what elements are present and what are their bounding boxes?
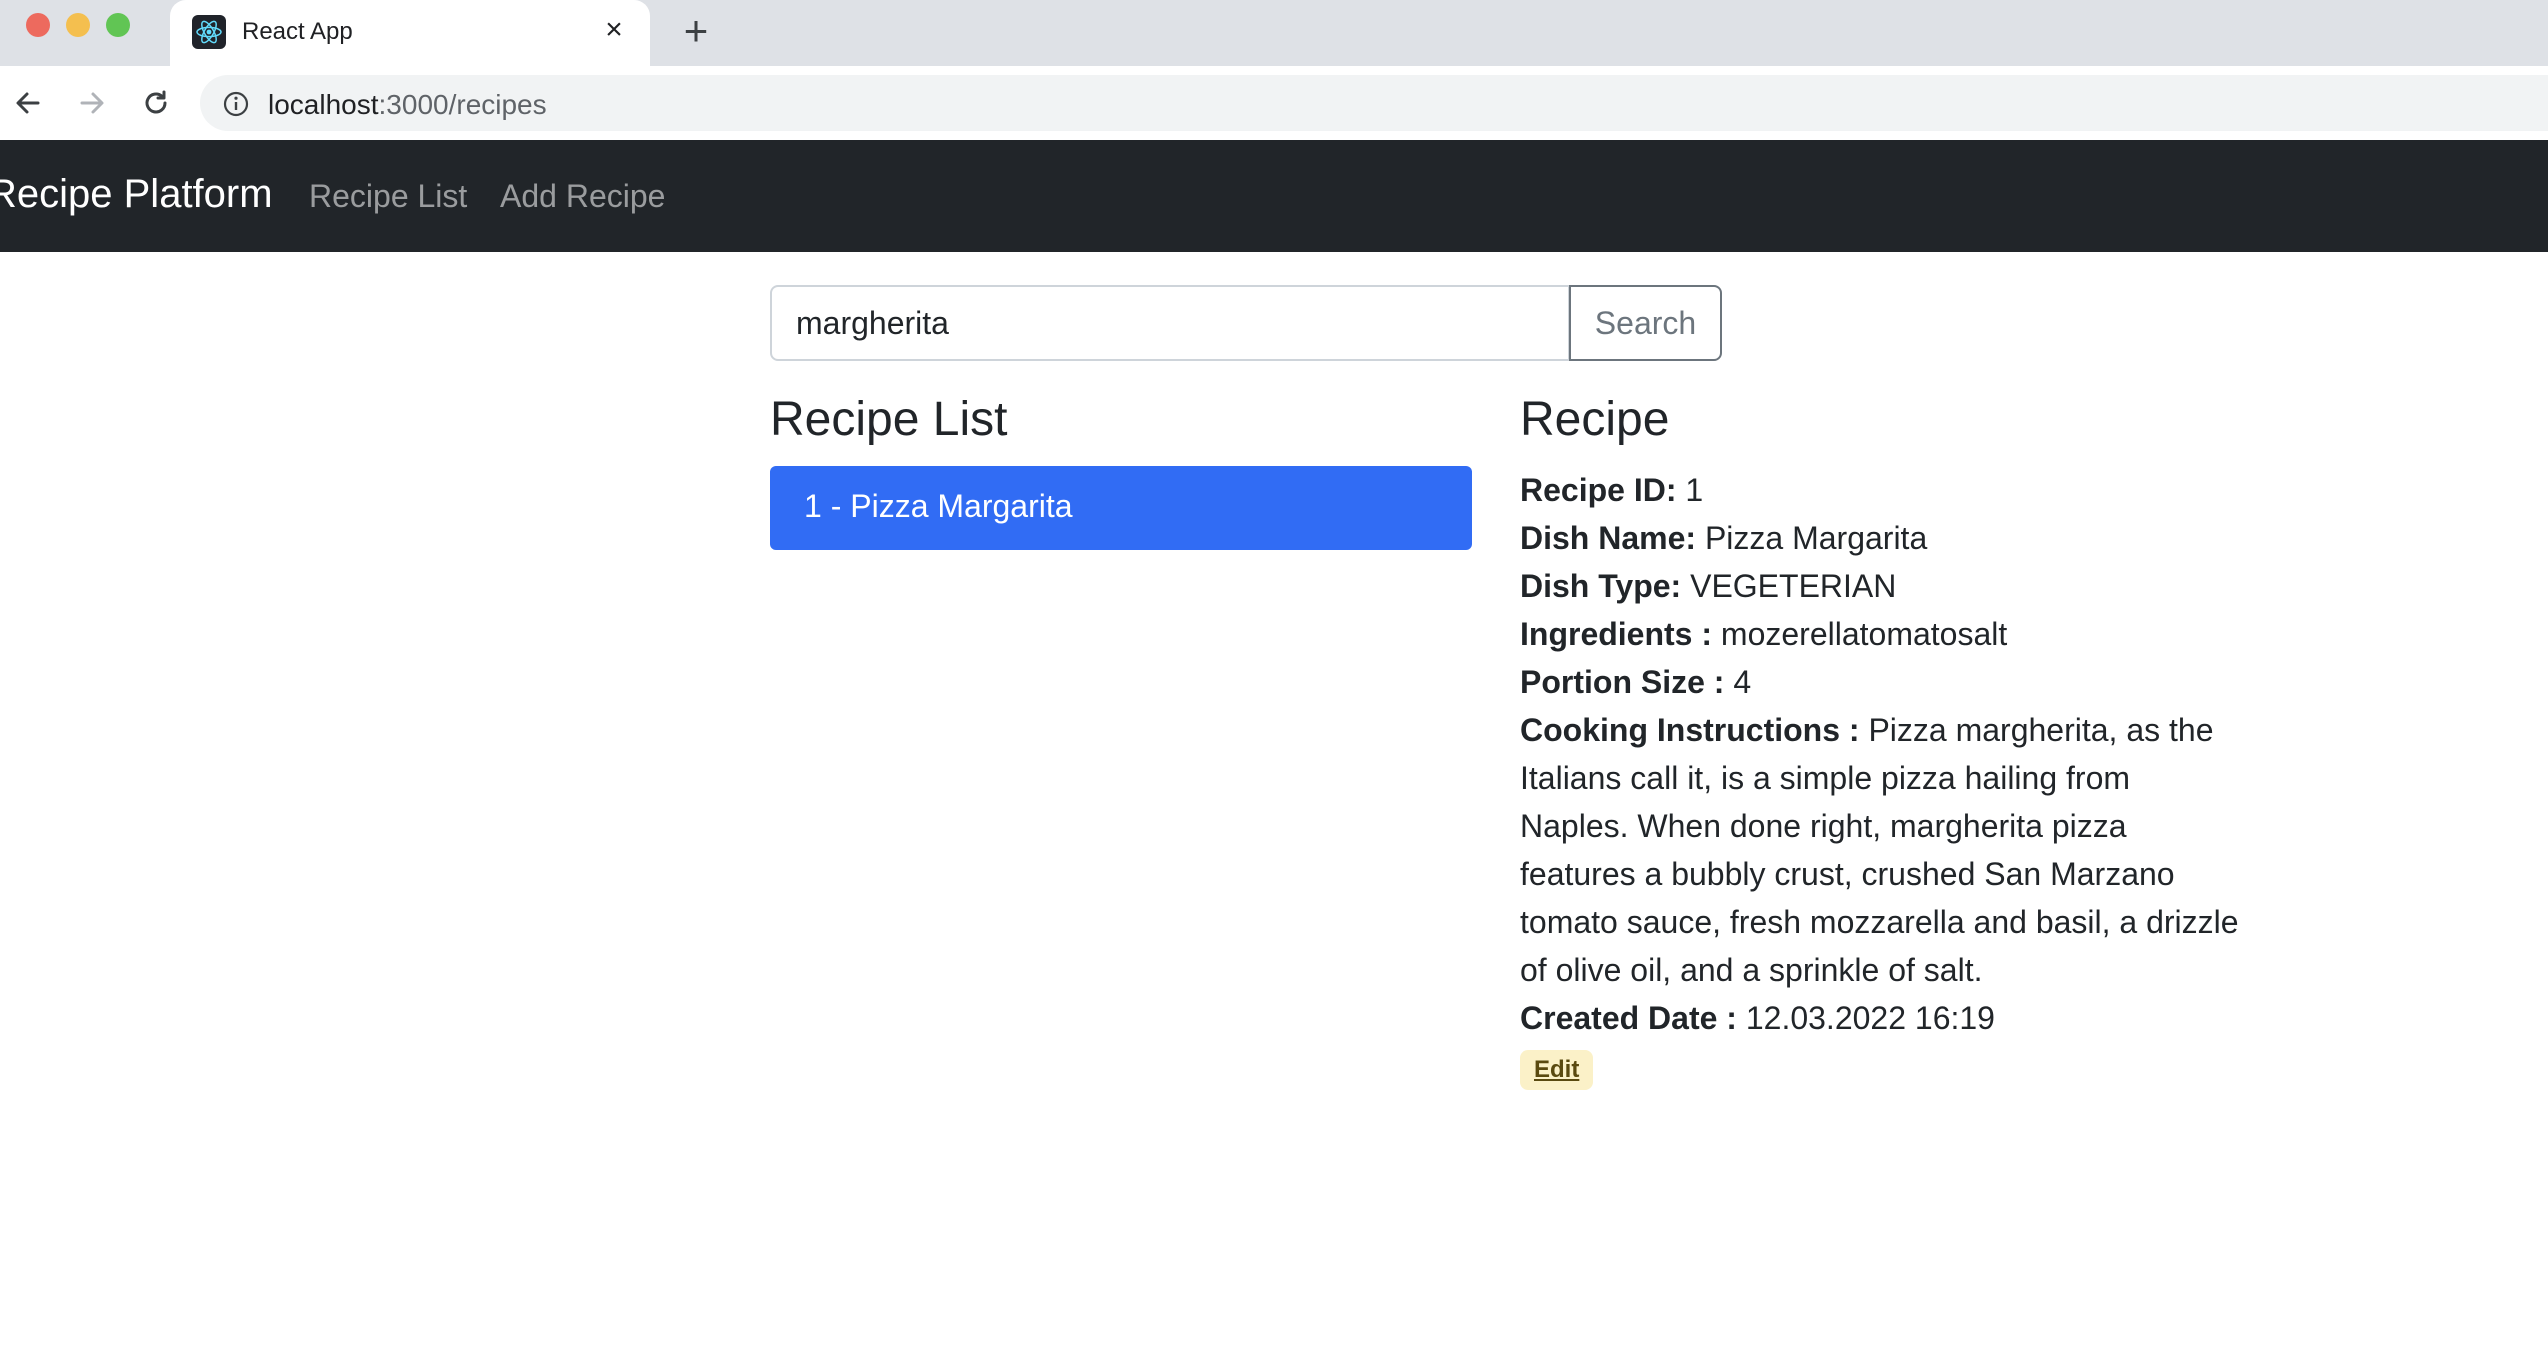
tab-title: React App	[242, 18, 353, 45]
dish-type-row: Dish Type: VEGETERIAN	[1520, 562, 2240, 610]
portion-size-value: 4	[1733, 664, 1752, 700]
minimize-window-button[interactable]	[66, 13, 90, 37]
ingredients-value: mozerellatomatosalt	[1720, 616, 2008, 652]
url-path: :3000/recipes	[378, 89, 547, 120]
maximize-window-button[interactable]	[106, 13, 130, 37]
edit-button[interactable]: Edit	[1520, 1050, 1594, 1090]
url-host: localhost	[268, 89, 379, 120]
browser-tab[interactable]: React App ×	[170, 0, 650, 66]
cooking-instructions-value: Pizza margherita, as the Italians call i…	[1520, 712, 2239, 988]
react-logo-icon	[192, 15, 226, 49]
close-window-button[interactable]	[26, 13, 50, 37]
created-date-value: 12.03.2022 16:19	[1745, 1000, 1995, 1036]
dish-type-value: VEGETERIAN	[1690, 568, 1897, 604]
created-date-label: Created Date :	[1520, 1000, 1737, 1036]
dish-name-value: Pizza Margarita	[1704, 520, 1928, 556]
search-input[interactable]	[770, 285, 1570, 361]
recipe-id-row: Recipe ID: 1	[1520, 466, 2240, 514]
search-button[interactable]: Search	[1569, 285, 1722, 361]
recipe-details: Recipe ID: 1 Dish Name: Pizza Margarita …	[1520, 466, 2240, 1090]
new-tab-icon[interactable]: +	[676, 10, 716, 52]
portion-size-row: Portion Size : 4	[1520, 658, 2240, 706]
reload-icon[interactable]	[136, 83, 176, 123]
dish-name-row: Dish Name: Pizza Margarita	[1520, 514, 2240, 562]
cooking-instructions-row: Cooking Instructions : Pizza margherita,…	[1520, 706, 2240, 994]
app-navbar: Recipe Platform Recipe List Add Recipe	[0, 140, 2548, 252]
created-date-row: Created Date : 12.03.2022 16:19	[1520, 994, 2240, 1042]
recipe-id-value: 1	[1685, 472, 1704, 508]
back-arrow-icon[interactable]	[8, 83, 48, 123]
nav-link-recipe-list[interactable]: Recipe List	[309, 178, 467, 215]
close-tab-icon[interactable]: ×	[598, 14, 630, 46]
url-text: localhost:3000/recipes	[268, 89, 547, 121]
recipe-list-heading: Recipe List	[770, 393, 1008, 446]
portion-size-label: Portion Size :	[1520, 664, 1725, 700]
dish-type-label: Dish Type:	[1520, 568, 1682, 604]
recipe-detail-heading: Recipe	[1520, 393, 1670, 446]
recipe-id-label: Recipe ID:	[1520, 472, 1677, 508]
dish-name-label: Dish Name:	[1520, 520, 1697, 556]
ingredients-row: Ingredients : mozerellatomatosalt	[1520, 610, 2240, 658]
list-item[interactable]: 1 - Pizza Margarita	[770, 466, 1472, 550]
info-icon[interactable]	[222, 90, 250, 118]
browser-tab-strip: React App × +	[0, 0, 2548, 66]
browser-toolbar: localhost:3000/recipes	[0, 66, 2548, 141]
cooking-instructions-label: Cooking Instructions :	[1520, 712, 1860, 748]
address-bar[interactable]: localhost:3000/recipes	[200, 75, 2548, 131]
forward-arrow-icon[interactable]	[72, 83, 112, 123]
nav-link-add-recipe[interactable]: Add Recipe	[500, 178, 665, 215]
ingredients-label: Ingredients :	[1520, 616, 1713, 652]
navbar-brand[interactable]: Recipe Platform	[0, 172, 273, 217]
